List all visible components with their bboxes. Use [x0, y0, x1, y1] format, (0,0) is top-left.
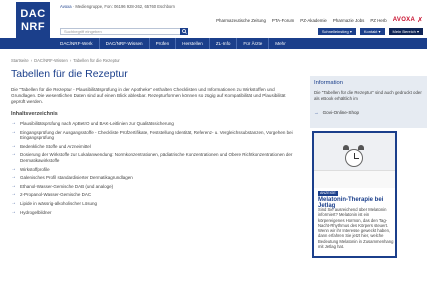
- search-row: Suchbegriff eingeben Schnelleinstieg ▾ K…: [0, 27, 427, 36]
- nav-mehr[interactable]: Mehr: [269, 38, 291, 49]
- arrow-right-icon: →: [11, 165, 16, 172]
- breadcrumb-home[interactable]: Startseite: [11, 58, 29, 63]
- arrow-right-icon: →: [11, 142, 16, 149]
- toc-item[interactable]: → Ethanol-Wasser-Gemische DAB (und analog…: [11, 182, 299, 190]
- toc-item-label: Ethanol-Wasser-Gemische DAB (und analoge…: [20, 183, 114, 189]
- govi-shop-link[interactable]: → Govi-Online-Shop: [314, 110, 359, 115]
- clock-bell-right: [358, 145, 364, 150]
- toc-item[interactable]: → Dosierung der Wirkstoffe zur Lokalanwen…: [11, 152, 299, 163]
- toc-item-label: Bedenkliche Stoffe und Arzneimittel: [20, 143, 91, 149]
- avoxa-mark-icon: ✗: [417, 17, 423, 24]
- page-title: Tabellen für die Rezeptur: [11, 68, 128, 80]
- info-heading: Information: [314, 80, 343, 86]
- logo-line2: NRF: [20, 21, 46, 33]
- toplink-pz[interactable]: Pharmazeutische Zeitung: [216, 18, 266, 23]
- arrow-right-icon: →: [11, 151, 16, 158]
- nav-dac-nrf-wissen[interactable]: DAC/NRF-Wissen: [100, 38, 150, 49]
- search-icon: [181, 29, 187, 34]
- clock-bell-left: [343, 145, 349, 150]
- toc-item[interactable]: → Plausibilitätsprüfung nach ApBetrO und …: [11, 120, 299, 127]
- advertisement-card[interactable]: ANZEIGE Melatonin-Therapie bei Jetlag Si…: [312, 131, 397, 258]
- nav-herstellen[interactable]: Herstellen: [176, 38, 210, 49]
- publisher-address: Mediengruppe, Fon: 06196 928-262, 65760 …: [75, 4, 175, 9]
- publisher-name[interactable]: Avoxa: [60, 4, 72, 9]
- alarm-clock-icon: [345, 149, 363, 167]
- toc-heading: Inhaltsverzeichnis: [11, 111, 58, 117]
- logo-line1: DAC: [20, 8, 46, 20]
- main-nav: DAC/NRF-Werk DAC/NRF-Wissen Prüfen Herst…: [0, 38, 427, 49]
- arrow-right-icon: →: [11, 191, 16, 198]
- toplink-pz-akademie[interactable]: PZ-Akademie: [300, 18, 327, 23]
- top-links: Pharmazeutische Zeitung PTA-Forum PZ-Aka…: [216, 16, 423, 24]
- arrow-right-icon: →: [11, 182, 16, 189]
- toc-item-label: 2-Propanol-Wasser-Gemische DAC: [20, 192, 92, 198]
- bed-shape: [314, 170, 395, 188]
- breadcrumb: Startseite › DAC/NRF-Wissen › Tabellen für d…: [11, 58, 120, 63]
- page: DAC NRF Avoxa · Mediengruppe, Fon: 06196…: [0, 0, 427, 286]
- nav-fuer-aerzte[interactable]: Für Ärzte: [237, 38, 270, 49]
- govi-shop-label: Govi-Online-Shop: [322, 110, 360, 115]
- intro-text: Die "Tabellen für die Rezeptur - Plausib…: [11, 87, 286, 104]
- breadcrumb-separator-icon: ›: [69, 58, 72, 63]
- info-box: Information Die "Tabellen für die Rezept…: [310, 76, 427, 128]
- toc-item[interactable]: → 2-Propanol-Wasser-Gemische DAC: [11, 192, 299, 198]
- avoxa-logo[interactable]: AVOXA: [393, 17, 415, 23]
- mein-bereich-button[interactable]: Mein Bereich ▾: [388, 28, 423, 35]
- toc-item-label: Plausibilitätsprüfung nach ApBetrO und B…: [20, 121, 174, 126]
- toc-item-label: Lipide in wässrig-alkoholischer Lösung: [20, 200, 98, 206]
- header: DAC NRF Avoxa · Mediengruppe, Fon: 06196…: [0, 0, 427, 40]
- arrow-right-icon: →: [314, 110, 319, 115]
- toplink-pz-herb[interactable]: PZ Herb: [370, 18, 386, 23]
- toc-item-label: Dosierung der Wirkstoffe zur Lokalanwend…: [20, 152, 293, 163]
- toc-item[interactable]: → Lipide in wässrig-alkoholischer Lösung: [11, 199, 299, 207]
- toc-item-label: Eingangsprüfung der Ausgangsstoffe - Che…: [20, 129, 293, 141]
- breadcrumb-current: Tabellen für die Rezeptur: [73, 58, 120, 63]
- toplink-pta-forum[interactable]: PTA-Forum: [272, 18, 294, 23]
- nav-zl-info[interactable]: ZL-Info: [210, 38, 238, 49]
- toc-item[interactable]: → Galenisches Profil standardisierter Der…: [11, 175, 299, 181]
- search-input[interactable]: Suchbegriff eingeben: [60, 28, 182, 35]
- info-text: Die "Tabellen für die Rezeptur" sind auc…: [314, 90, 422, 101]
- breadcrumb-wissen[interactable]: DAC/NRF-Wissen: [34, 58, 68, 63]
- arrow-right-icon: →: [11, 120, 16, 126]
- dac-nrf-logo[interactable]: DAC NRF: [16, 2, 50, 40]
- nav-dac-nrf-werk[interactable]: DAC/NRF-Werk: [60, 38, 100, 49]
- arrow-right-icon: →: [11, 199, 16, 206]
- toc-item-label: Galenisches Profil standardisierter Derm…: [20, 175, 133, 181]
- arrow-right-icon: →: [11, 174, 16, 181]
- alarm-clock-image: [314, 133, 395, 188]
- toc-item[interactable]: → Bedenkliche Stoffe und Arzneimittel: [11, 142, 299, 150]
- toc-item-label: Hydrogelbildner: [20, 209, 52, 215]
- toc-item[interactable]: → Hydrogelbildner: [11, 208, 299, 216]
- ad-text: Sind Sie ausreichend über Melatonin info…: [318, 207, 394, 250]
- search-button[interactable]: [180, 28, 188, 35]
- arrow-right-icon: →: [11, 208, 16, 215]
- publisher-line: Avoxa · Mediengruppe, Fon: 06196 928-262…: [60, 4, 175, 9]
- toc-item[interactable]: → Wirkstoffprofile: [11, 165, 299, 173]
- toplink-pharmazie-jobs[interactable]: Pharmazie Jobs: [333, 18, 364, 23]
- breadcrumb-separator-icon: ›: [30, 58, 33, 63]
- toc-item[interactable]: → Eingangsprüfung der Ausgangsstoffe - Ch…: [11, 128, 299, 141]
- ad-badge: ANZEIGE: [318, 191, 338, 196]
- header-buttons: Schnelleinstieg ▾ Kontakt ▾ Mein Bereich…: [317, 28, 423, 35]
- kontakt-button[interactable]: Kontakt ▾: [359, 28, 385, 35]
- nav-pruefen[interactable]: Prüfen: [150, 38, 177, 49]
- schnelleinstieg-button[interactable]: Schnelleinstieg ▾: [317, 28, 356, 35]
- toc-item-label: Wirkstoffprofile: [20, 166, 50, 172]
- arrow-right-icon: →: [11, 128, 16, 135]
- toc-list: → Plausibilitätsprüfung nach ApBetrO und …: [11, 120, 299, 216]
